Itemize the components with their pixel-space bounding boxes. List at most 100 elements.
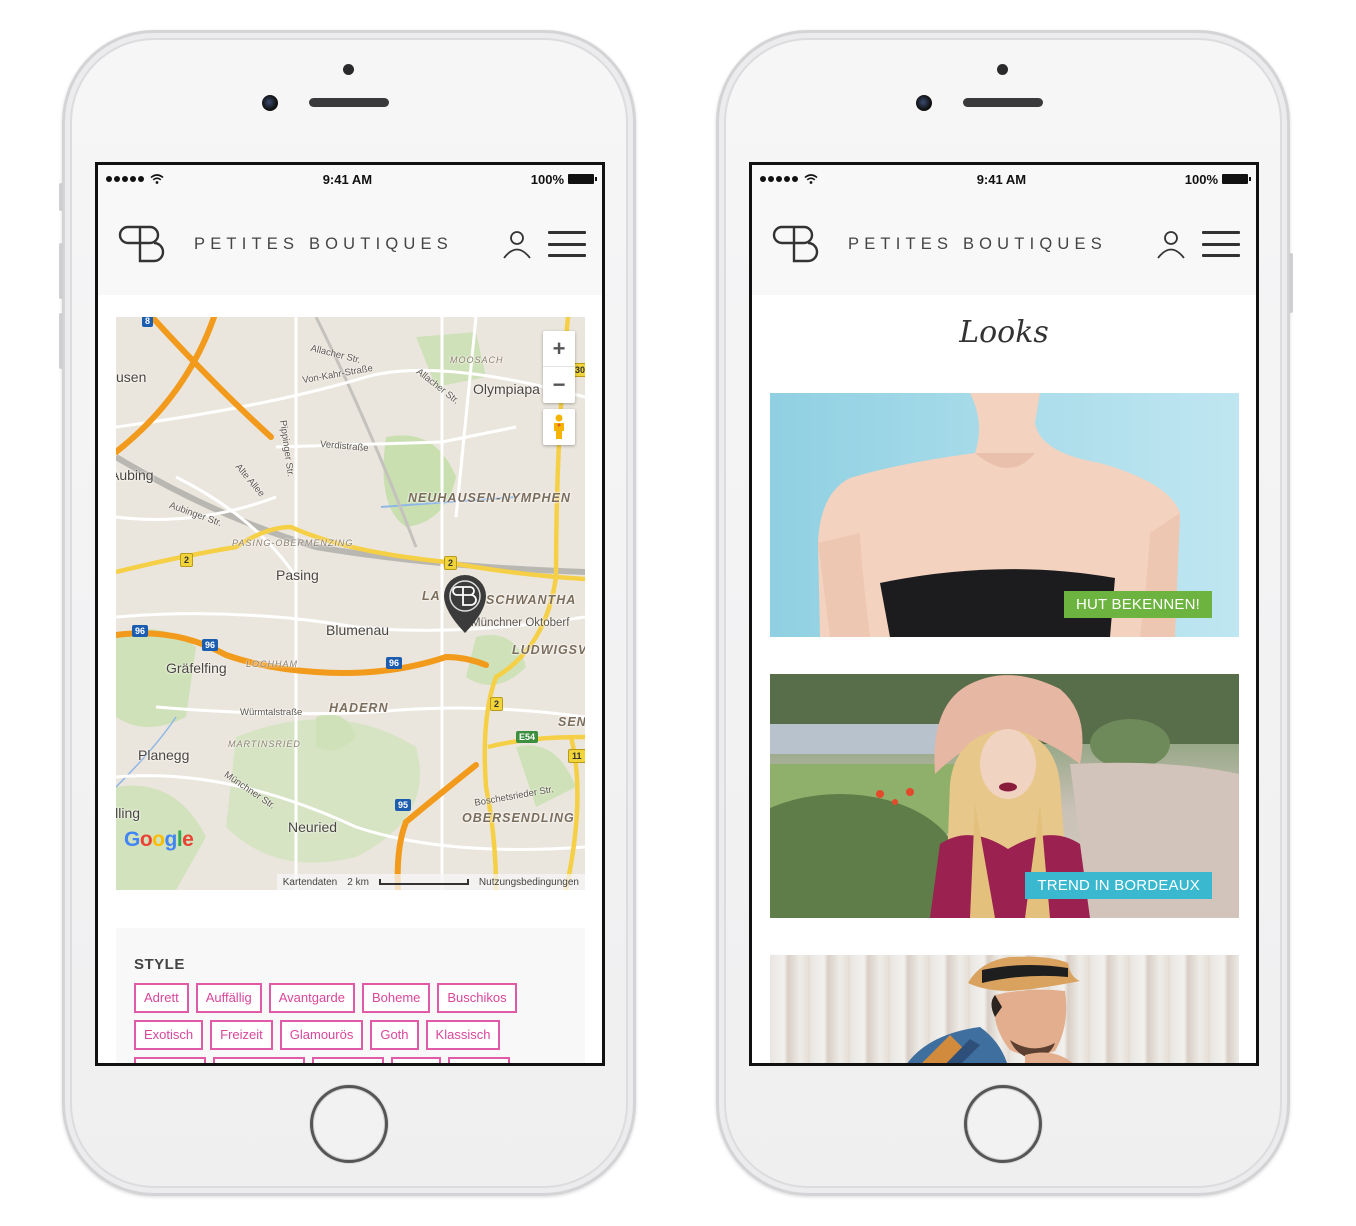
map-label-aubing: Aubing — [116, 467, 154, 483]
style-tag-avantgarde[interactable]: Avantgarde — [268, 983, 355, 1013]
earpiece-speaker — [963, 98, 1043, 107]
volume-up-button — [59, 243, 63, 299]
map-label-graefelfing: Gräfelfing — [166, 660, 227, 676]
district-sen: SEN — [558, 715, 585, 729]
district-obersendling: OBERSENDLING — [462, 811, 575, 825]
district-schwanthaler: SCHWANTHA — [486, 593, 577, 607]
signal-strength-icon — [760, 174, 818, 184]
battery-icon — [1222, 174, 1251, 184]
brand-name[interactable]: PETITES BOUTIQUES — [848, 235, 1154, 254]
phone-frame-left: 9:41 AM 100% PETITES BOUTIQUES usen ubin… — [59, 30, 636, 1196]
battery-percent: 100% — [1184, 171, 1218, 187]
road-shield-a96: 96 — [386, 657, 403, 669]
hamburger-menu-icon[interactable] — [1202, 228, 1240, 260]
map-view[interactable]: usen Aubing Pasing Blumenau Gräfelfing P… — [116, 317, 585, 890]
google-logo: Google — [124, 828, 194, 852]
map-label-blumenau: Blumenau — [326, 622, 390, 638]
road-shield-b11: 11 — [568, 749, 585, 763]
look-badge-hut-bekennen: HUT BEKENNEN! — [1063, 591, 1212, 618]
road-shield-a8: 8 — [142, 317, 154, 327]
user-icon[interactable] — [1154, 227, 1188, 261]
google-logo-letter: o — [139, 828, 153, 851]
district-lochham: LOCHHAM — [246, 659, 299, 669]
look-card-straw-hat-man[interactable] — [770, 955, 1239, 1063]
status-bar: 9:41 AM 100% — [98, 165, 602, 193]
volume-down-button — [59, 313, 63, 369]
pb-monogram-icon[interactable] — [770, 223, 830, 265]
style-tag-boheme[interactable]: Boheme — [361, 983, 431, 1013]
map-scale-label: 2 km — [347, 876, 369, 888]
style-tag-glamouroes[interactable]: Glamourös — [279, 1020, 364, 1050]
road-shield-e54: E54 — [516, 731, 539, 743]
style-tag-goth[interactable]: Goth — [370, 1020, 419, 1050]
district-moosach: MOOSACH — [450, 355, 504, 365]
style-tag-buschikos[interactable]: Buschikos — [437, 983, 517, 1013]
home-button[interactable] — [310, 1085, 388, 1163]
map-label-illing: illing — [116, 805, 141, 821]
google-logo-letter: g — [164, 828, 178, 851]
phone-frame-right: 9:41 AM 100% PETITES BOUTIQUES Looks HUT… — [716, 30, 1293, 1196]
map-data-link[interactable]: Kartendaten — [283, 877, 338, 888]
map-label-neuried: Neuried — [288, 819, 338, 835]
battery-indicator: 100% — [530, 171, 597, 187]
app-header: PETITES BOUTIQUES — [98, 193, 602, 295]
google-logo-letter: G — [124, 828, 140, 851]
front-camera — [916, 95, 932, 111]
battery-indicator: 100% — [1184, 171, 1251, 187]
style-tag-freizeit[interactable]: Freizeit — [210, 1020, 273, 1050]
road-shield-a96: 96 — [202, 639, 219, 651]
signal-strength-icon — [106, 174, 164, 184]
street-wuermtal: Würmtalstraße — [240, 707, 303, 718]
look-badge-trend-in-bordeaux: TREND IN BORDEAUX — [1025, 872, 1212, 899]
style-tag-cutoff[interactable] — [448, 1057, 510, 1063]
style-tag-cutoff[interactable] — [134, 1057, 206, 1063]
wifi-icon — [804, 174, 818, 184]
road-shield-b2: 2 — [444, 556, 458, 570]
style-filter-title: STYLE — [134, 956, 185, 973]
map-attribution-bar: Kartendaten 2 km Nutzungsbedingungen — [276, 874, 585, 890]
map-pin-icon[interactable] — [442, 573, 488, 635]
status-time: 9:41 AM — [322, 171, 373, 187]
status-bar: 9:41 AM 100% — [752, 165, 1256, 193]
map-label-la: LA — [422, 589, 441, 603]
style-tag-klassisch[interactable]: Klassisch — [425, 1020, 501, 1050]
style-tag-exotisch[interactable]: Exotisch — [134, 1020, 204, 1050]
google-logo-letter: o — [152, 828, 165, 851]
pb-monogram-icon[interactable] — [116, 223, 176, 265]
look-image-straw-hat-man — [907, 956, 1080, 1063]
map-scale-bar — [378, 879, 469, 885]
style-tag-auffaellig[interactable]: Auffällig — [195, 983, 262, 1013]
google-logo-letter: e — [182, 828, 194, 851]
looks-screen: 9:41 AM 100% PETITES BOUTIQUES Looks HUT… — [749, 162, 1259, 1066]
look-card-hut-bekennen[interactable]: HUT BEKENNEN! — [770, 393, 1239, 637]
style-tag-cutoff[interactable] — [391, 1057, 441, 1063]
style-tag-cutoff[interactable] — [312, 1057, 384, 1063]
battery-percent: 100% — [530, 171, 564, 187]
status-time: 9:41 AM — [976, 171, 1027, 187]
style-tag-adrett[interactable]: Adrett — [134, 983, 189, 1013]
battery-icon — [568, 174, 597, 184]
district-pasing-obermenzing: PASING-OBERMENZING — [232, 538, 354, 548]
map-screen: 9:41 AM 100% PETITES BOUTIQUES usen ubin… — [95, 162, 605, 1066]
street-view-pegman-icon[interactable] — [543, 409, 575, 445]
home-button[interactable] — [964, 1085, 1042, 1163]
brand-name[interactable]: PETITES BOUTIQUES — [194, 235, 500, 254]
district-martinsried: MARTINSRIED — [228, 739, 301, 749]
mute-switch — [59, 183, 63, 211]
zoom-out-button[interactable]: − — [543, 367, 575, 403]
district-neuhausen: NEUHAUSEN-NYMPHEN — [408, 491, 571, 505]
road-shield-a96: 96 — [132, 625, 149, 637]
map-terms-link[interactable]: Nutzungsbedingungen — [479, 877, 579, 888]
road-shield-b2: 2 — [180, 553, 194, 567]
style-tag-cutoff[interactable] — [213, 1057, 305, 1063]
power-button — [1289, 253, 1293, 313]
proximity-sensor — [343, 64, 354, 75]
zoom-in-button[interactable]: + — [543, 331, 575, 367]
front-camera — [262, 95, 278, 111]
map-zoom-control: + − — [543, 331, 575, 403]
look-card-trend-in-bordeaux[interactable]: TREND IN BORDEAUX — [770, 674, 1239, 918]
app-header: PETITES BOUTIQUES — [752, 193, 1256, 295]
user-icon[interactable] — [500, 227, 534, 261]
hamburger-menu-icon[interactable] — [548, 228, 586, 260]
road-shield-b2: 2 — [490, 697, 504, 711]
